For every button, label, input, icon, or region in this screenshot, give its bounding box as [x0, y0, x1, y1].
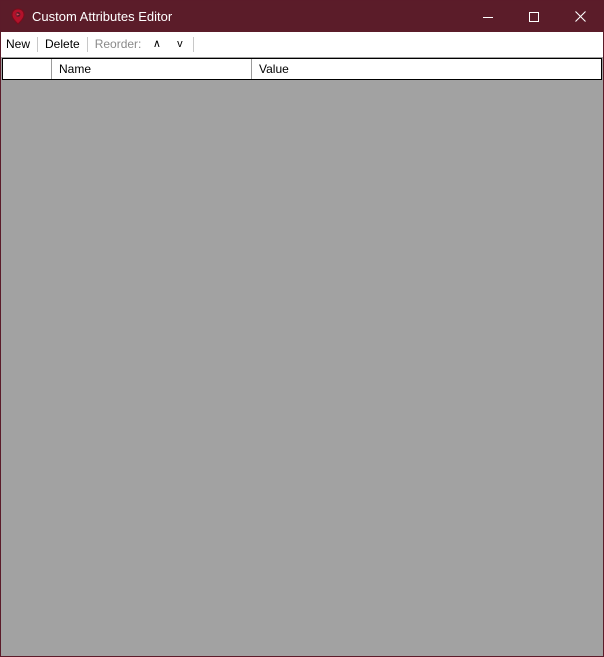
delete-button[interactable]: Delete	[40, 32, 85, 57]
grid-header: Name Value	[2, 58, 602, 80]
custom-attributes-editor-window: Custom Attributes Editor New Delete Reor…	[0, 0, 604, 657]
value-column-header[interactable]: Value	[252, 59, 601, 79]
toolbar-separator	[86, 37, 88, 52]
grid-body[interactable]	[2, 80, 602, 656]
close-button[interactable]	[557, 1, 603, 32]
minimize-icon	[483, 16, 493, 18]
new-button[interactable]: New	[1, 32, 35, 57]
toolbar: New Delete Reorder: ∧ v	[1, 32, 603, 57]
toolbar-separator	[193, 37, 195, 52]
caption-buttons	[465, 1, 603, 32]
maximize-button[interactable]	[511, 1, 557, 32]
move-up-button[interactable]: ∧	[145, 32, 168, 57]
attributes-grid[interactable]: Name Value	[2, 57, 602, 656]
move-down-button[interactable]: v	[168, 32, 191, 57]
title-bar[interactable]: Custom Attributes Editor	[1, 1, 603, 32]
maximize-icon	[529, 11, 539, 22]
row-header-column[interactable]	[3, 59, 52, 79]
reorder-label: Reorder:	[94, 37, 142, 51]
app-logo-icon	[10, 8, 26, 26]
close-icon	[574, 11, 586, 22]
name-column-header[interactable]: Name	[52, 59, 252, 79]
window-title: Custom Attributes Editor	[32, 9, 173, 24]
toolbar-separator	[37, 37, 39, 52]
minimize-button[interactable]	[465, 1, 511, 32]
